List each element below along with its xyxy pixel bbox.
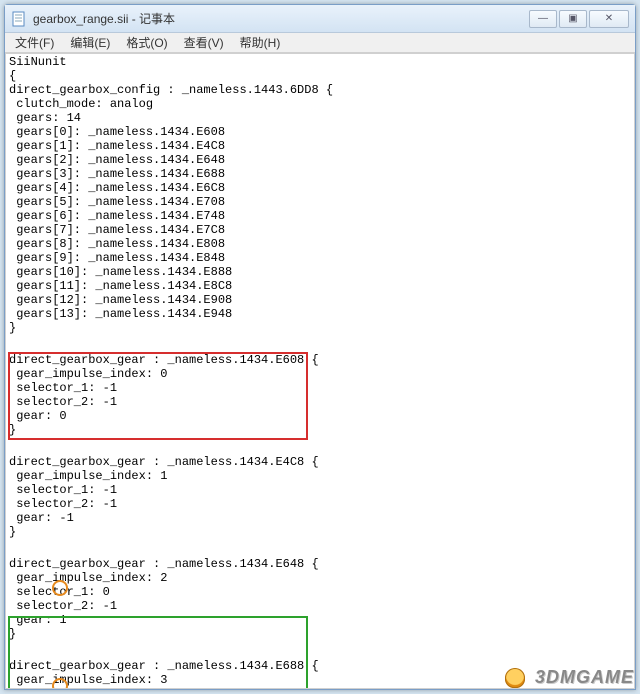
watermark: 3DMGAME [505, 667, 634, 688]
menu-edit[interactable]: 编辑(E) [64, 34, 116, 51]
code-block-gear0: direct_gearbox_gear : _nameless.1434.E60… [6, 352, 634, 438]
menu-file[interactable]: 文件(F) [9, 34, 60, 51]
close-button[interactable]: ✕ [589, 10, 629, 28]
code-blank-1 [6, 438, 634, 454]
menu-format[interactable]: 格式(O) [120, 34, 173, 51]
maximize-button[interactable]: ▣ [559, 10, 587, 28]
watermark-text: 3DMGAME [535, 667, 634, 687]
code-blank-2 [6, 540, 634, 556]
minimize-button[interactable]: — [529, 10, 557, 28]
notepad-window: gearbox_range.sii - 记事本 — ▣ ✕ 文件(F) 编辑(E… [4, 4, 636, 690]
window-title: gearbox_range.sii - 记事本 [33, 10, 529, 27]
menu-view[interactable]: 查看(V) [178, 34, 230, 51]
code-blank-3 [6, 642, 634, 658]
code-block-gear1: direct_gearbox_gear : _nameless.1434.E4C… [6, 454, 634, 540]
text-area[interactable]: SiiNunit { direct_gearbox_config : _name… [5, 53, 635, 689]
menu-help[interactable]: 帮助(H) [234, 34, 287, 51]
code-block-config: SiiNunit { direct_gearbox_config : _name… [6, 54, 634, 336]
notepad-icon [11, 11, 27, 27]
window-buttons: — ▣ ✕ [529, 10, 629, 28]
menubar: 文件(F) 编辑(E) 格式(O) 查看(V) 帮助(H) [5, 33, 635, 53]
code-blank-0 [6, 336, 634, 352]
titlebar[interactable]: gearbox_range.sii - 记事本 — ▣ ✕ [5, 5, 635, 33]
code-block-gear2: direct_gearbox_gear : _nameless.1434.E64… [6, 556, 634, 642]
